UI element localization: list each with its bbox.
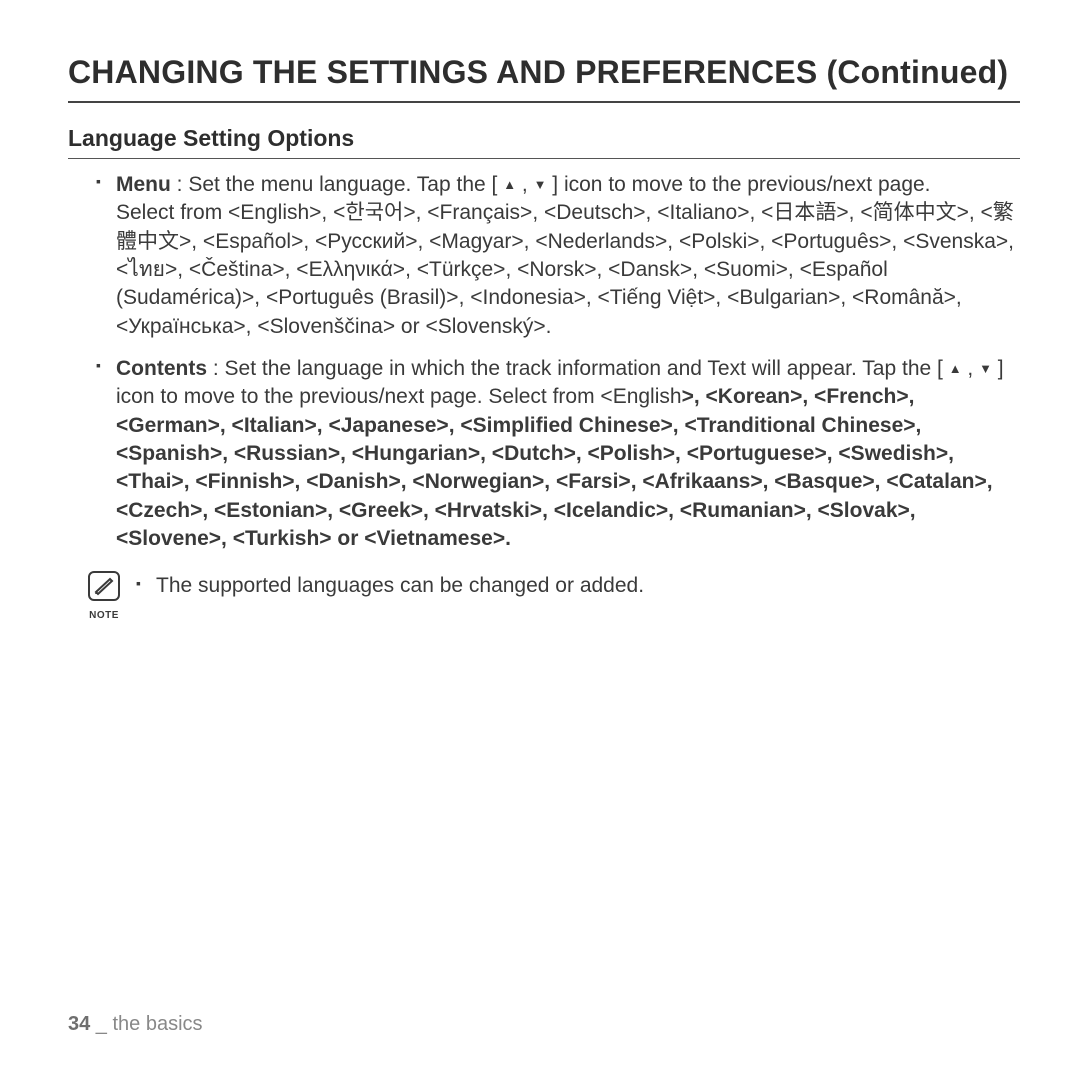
page-title: CHANGING THE SETTINGS AND PREFERENCES (C…: [68, 54, 1020, 103]
manual-page: CHANGING THE SETTINGS AND PREFERENCES (C…: [0, 0, 1080, 1080]
option-label: Contents: [116, 357, 207, 380]
down-triangle-icon: ▼: [979, 362, 992, 375]
note-block: NOTE The supported languages can be chan…: [68, 571, 1020, 621]
option-languages: Select from <English>, <한국어>, <Français>…: [116, 201, 1014, 337]
option-desc: : Set the language in which the track in…: [207, 357, 949, 380]
up-triangle-icon: ▲: [949, 362, 962, 375]
icon-separator: ,: [516, 173, 534, 196]
options-list: Menu : Set the menu language. Tap the [ …: [68, 171, 1020, 553]
section-heading: Language Setting Options: [68, 125, 1020, 159]
option-contents: Contents : Set the language in which the…: [96, 355, 1020, 553]
note-icon: [88, 571, 120, 601]
page-footer: 34 _ the basics: [68, 1013, 203, 1036]
icon-separator: ,: [962, 357, 980, 380]
chapter-name: the basics: [113, 1013, 203, 1035]
option-desc: : Set the menu language. Tap the [: [171, 173, 503, 196]
bold-bracket: >, <Tranditional Chinese: [661, 414, 904, 437]
option-label: Menu: [116, 173, 171, 196]
footer-separator: _: [90, 1013, 112, 1035]
note-label: NOTE: [84, 610, 124, 621]
down-triangle-icon: ▼: [534, 178, 547, 191]
page-number: 34: [68, 1013, 90, 1035]
up-triangle-icon: ▲: [503, 178, 516, 191]
option-menu: Menu : Set the menu language. Tap the [ …: [96, 171, 1020, 341]
note-text: The supported languages can be changed o…: [136, 571, 644, 598]
note-icon-wrap: NOTE: [84, 571, 124, 621]
option-desc: ] icon to move to the previous/next page…: [546, 173, 930, 196]
